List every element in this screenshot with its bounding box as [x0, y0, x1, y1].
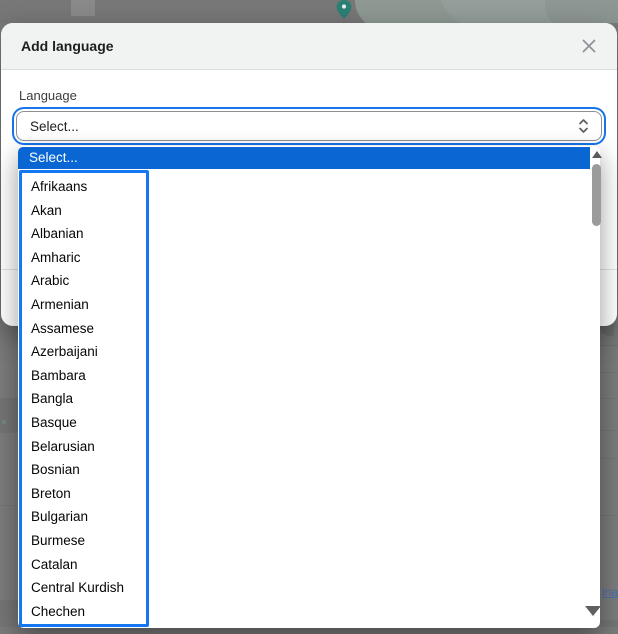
dropdown-option[interactable]: Burmese: [22, 529, 146, 553]
dropdown-option[interactable]: Central Kurdish: [22, 576, 146, 600]
close-button[interactable]: [577, 34, 601, 58]
dropdown-option[interactable]: Catalan: [22, 553, 146, 577]
dropdown-option[interactable]: Bambara: [22, 364, 146, 388]
dropdown-option[interactable]: Bulgarian: [22, 505, 146, 529]
dimmed-page-bottom-edge: [0, 627, 618, 634]
language-select[interactable]: Select...: [16, 111, 602, 141]
dropdown-option[interactable]: Basque: [22, 411, 146, 435]
dropdown-option[interactable]: Albanian: [22, 222, 146, 246]
modal-title: Add language: [21, 38, 114, 54]
dropdown-option[interactable]: Akan: [22, 199, 146, 223]
dimmed-background-link[interactable]: ina: [602, 585, 618, 599]
scroll-down-icon[interactable]: [585, 606, 601, 616]
dimmed-row-divider: [600, 430, 618, 431]
dropdown-option[interactable]: Chechen: [22, 600, 146, 624]
dropdown-option[interactable]: Afrikaans: [22, 175, 146, 199]
select-value: Select...: [30, 118, 79, 134]
dropdown-option[interactable]: Assamese: [22, 317, 146, 341]
scroll-up-icon[interactable]: [592, 151, 602, 158]
dropdown-option[interactable]: Bosnian: [22, 458, 146, 482]
dimmed-table-row: [0, 398, 18, 432]
dimmed-topbar-item: [71, 0, 95, 16]
modal-header: Add language: [1, 23, 617, 70]
dimmed-row-divider: [600, 398, 618, 399]
dropdown-option[interactable]: Breton: [22, 482, 146, 506]
dimmed-row-divider: [0, 432, 18, 433]
dimmed-row-divider: [600, 345, 618, 346]
location-pin-icon: [336, 0, 352, 19]
close-icon: [582, 39, 596, 53]
dropdown-option-highlighted[interactable]: Select...: [18, 147, 590, 169]
dimmed-page-right-edge: ina: [600, 324, 618, 634]
dropdown-option[interactable]: Azerbaijani: [22, 340, 146, 364]
dimmed-row-divider: [0, 505, 18, 506]
dimmed-row-divider: [600, 515, 618, 516]
dropdown-option[interactable]: Armenian: [22, 293, 146, 317]
hero-illustration-shape: [545, 0, 618, 23]
updown-chevron-icon: [579, 119, 588, 133]
language-label: Language: [19, 88, 77, 103]
scrollbar-thumb[interactable]: [592, 164, 601, 226]
dropdown-options-box: Afrikaans Akan Albanian Amharic Arabic Armeni…: [19, 170, 149, 627]
dimmed-status-dot: [2, 420, 6, 424]
dropdown-option[interactable]: Bangla: [22, 387, 146, 411]
dropdown-option[interactable]: Belarusian: [22, 435, 146, 459]
dimmed-page-topbar: [0, 0, 618, 23]
dropdown-popup: Select... Afrikaans Akan Albanian Amharic Ar…: [18, 146, 602, 628]
dropdown-option[interactable]: Arabic: [22, 269, 146, 293]
dropdown-option[interactable]: Amharic: [22, 246, 146, 270]
dimmed-row-divider: [600, 372, 618, 373]
dimmed-row-divider: [600, 458, 618, 459]
dimmed-page-left-edge: [0, 324, 18, 634]
